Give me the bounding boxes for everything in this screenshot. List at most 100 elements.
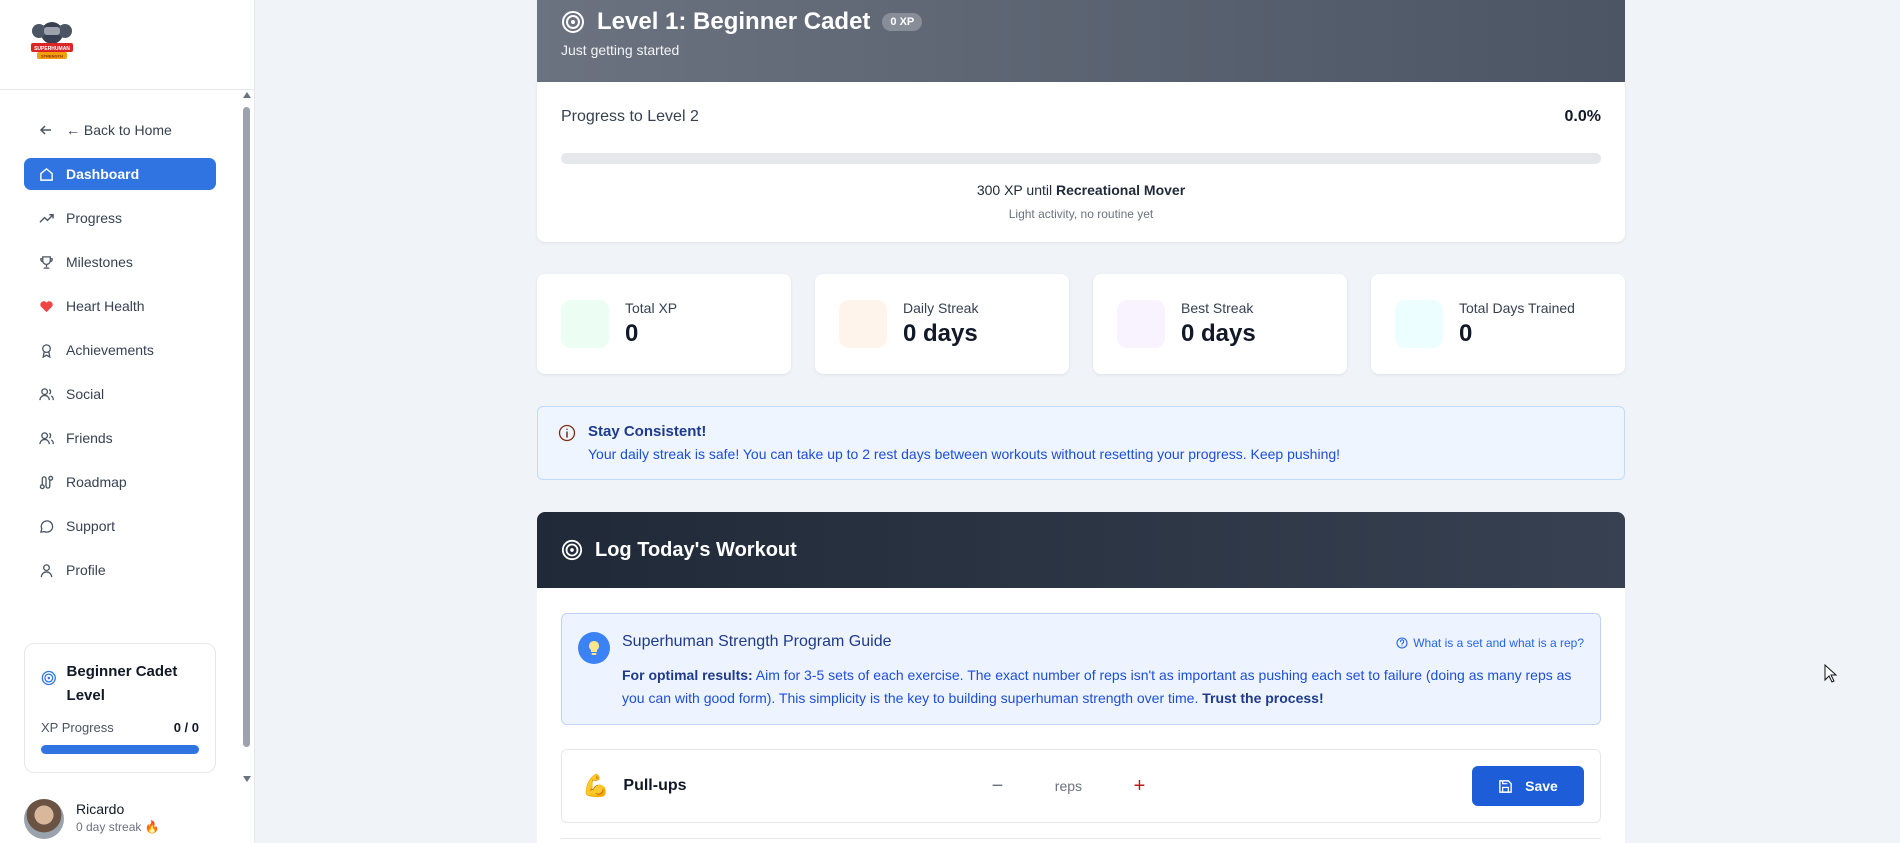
stat-label: Total Days Trained bbox=[1459, 300, 1575, 316]
stat-card-daily-streak: Daily Streak 0 days bbox=[815, 274, 1069, 374]
award-icon bbox=[38, 342, 54, 358]
sidebar-item-roadmap[interactable]: Roadmap bbox=[24, 466, 216, 498]
stat-label: Total XP bbox=[625, 300, 678, 316]
sidebar-item-milestones[interactable]: Milestones bbox=[24, 246, 216, 278]
flexed-biceps-icon: 💪 bbox=[582, 773, 610, 798]
level-progress-bar bbox=[561, 153, 1601, 164]
stat-card-total-days-trained: Total Days Trained 0 bbox=[1371, 274, 1625, 374]
streak-info-alert: Stay Consistent! Your daily streak is sa… bbox=[537, 406, 1625, 480]
target-icon bbox=[562, 11, 584, 33]
stat-icon-box bbox=[1117, 300, 1165, 348]
log-workout-header: Log Today's Workout bbox=[537, 512, 1625, 588]
guide-text: For optimal results: Aim for 3-5 sets of… bbox=[622, 664, 1582, 710]
stat-card-total-xp: Total XP 0 bbox=[537, 274, 791, 374]
next-exercise-row-edge bbox=[561, 838, 1601, 843]
log-workout-title: Log Today's Workout bbox=[595, 538, 797, 561]
level-title: Level 1: Beginner Cadet bbox=[597, 8, 871, 35]
target-icon bbox=[41, 670, 56, 686]
trophy-icon bbox=[38, 254, 54, 270]
lightbulb-icon bbox=[578, 632, 610, 664]
stat-label: Daily Streak bbox=[903, 300, 979, 316]
stat-icon-box bbox=[839, 300, 887, 348]
stat-label: Best Streak bbox=[1181, 300, 1254, 316]
stat-value: 0 days bbox=[903, 320, 978, 347]
sidebar-item-dashboard[interactable]: Dashboard bbox=[24, 158, 216, 190]
sidebar-item-label: Roadmap bbox=[66, 474, 127, 490]
alert-title: Stay Consistent! bbox=[588, 423, 707, 440]
svg-text:STRENGTH: STRENGTH bbox=[41, 54, 63, 59]
sidebar-item-social[interactable]: Social bbox=[24, 378, 216, 410]
program-guide: Superhuman Strength Program Guide What i… bbox=[561, 613, 1601, 725]
xp-progress-bar bbox=[41, 745, 199, 754]
route-icon bbox=[38, 474, 54, 490]
xp-progress-label: XP Progress bbox=[41, 720, 114, 735]
level-progress-card: Progress to Level 2 0.0% 300 XP until Re… bbox=[537, 82, 1625, 242]
sidebar-item-label: Social bbox=[66, 386, 105, 402]
alert-text: Your daily streak is safe! You can take … bbox=[588, 446, 1341, 462]
home-icon bbox=[38, 166, 54, 182]
message-circle-icon bbox=[38, 518, 54, 534]
scroll-up-arrow-icon[interactable] bbox=[243, 92, 251, 98]
level-card-title: Beginner Cadet Level bbox=[41, 660, 199, 708]
decrement-reps-button[interactable]: − bbox=[983, 772, 1011, 800]
sidebar-item-achievements[interactable]: Achievements bbox=[24, 334, 216, 366]
sidebar-item-friends[interactable]: Friends bbox=[24, 422, 216, 454]
sidebar-nav: ← Back to Home Dashboard Progress Milest… bbox=[24, 114, 216, 598]
stat-value: 0 bbox=[625, 320, 639, 347]
xp-until-word: until bbox=[1026, 182, 1053, 198]
heart-icon bbox=[38, 298, 54, 314]
sidebar: SUPERHUMAN STRENGTH ← Back to Home Dashb… bbox=[0, 0, 255, 843]
user-plus-icon bbox=[38, 430, 54, 446]
sidebar-item-profile[interactable]: Profile bbox=[24, 554, 216, 586]
stat-card-best-streak: Best Streak 0 days bbox=[1093, 274, 1347, 374]
stats-row: Total XP 0 Daily Streak 0 days Best Stre… bbox=[537, 274, 1625, 374]
sidebar-item-support[interactable]: Support bbox=[24, 510, 216, 542]
xp-until-next: 300 XP until Recreational Mover bbox=[561, 182, 1601, 198]
sidebar-item-label: Dashboard bbox=[66, 166, 140, 182]
level-hero: Level 1: Beginner Cadet 0 XP Just gettin… bbox=[537, 0, 1625, 82]
sidebar-item-label: Heart Health bbox=[66, 298, 145, 314]
sidebar-item-label: Support bbox=[66, 518, 116, 534]
next-level-name: Recreational Mover bbox=[1055, 182, 1186, 198]
back-to-home-link[interactable]: ← Back to Home bbox=[24, 114, 216, 146]
scrollbar-thumb[interactable] bbox=[243, 107, 250, 747]
progress-label: Progress to Level 2 bbox=[561, 108, 699, 125]
progress-header: Progress to Level 2 0.0% bbox=[561, 108, 1601, 126]
level-title-row: Level 1: Beginner Cadet 0 XP bbox=[561, 8, 1601, 36]
sidebar-item-label: Milestones bbox=[66, 254, 133, 270]
level-subtitle: Just getting started bbox=[561, 42, 680, 58]
user-streak: 0 day streak 🔥 bbox=[76, 820, 160, 834]
reps-input[interactable] bbox=[1011, 778, 1126, 794]
guide-lead: For optimal results: bbox=[622, 667, 753, 683]
stat-value: 0 bbox=[1459, 320, 1473, 347]
target-icon bbox=[561, 539, 583, 561]
info-icon bbox=[558, 424, 576, 442]
sidebar-item-progress[interactable]: Progress bbox=[24, 202, 216, 234]
logo-area: SUPERHUMAN STRENGTH bbox=[0, 0, 255, 90]
next-level-description: Light activity, no routine yet bbox=[1008, 207, 1154, 221]
xp-progress-row: XP Progress 0 / 0 bbox=[41, 720, 199, 735]
avatar[interactable] bbox=[24, 799, 64, 839]
increment-reps-button[interactable]: + bbox=[1125, 772, 1153, 800]
user-icon bbox=[38, 562, 54, 578]
scroll-down-arrow-icon[interactable] bbox=[243, 776, 251, 782]
back-to-home-label: ← Back to Home bbox=[66, 122, 172, 138]
xp-until-amount: 300 XP bbox=[976, 182, 1023, 198]
mouse-cursor-icon bbox=[1824, 664, 1838, 683]
set-rep-help-link[interactable]: What is a set and what is a rep? bbox=[1396, 636, 1584, 650]
help-circle-icon bbox=[1396, 637, 1408, 649]
sidebar-item-heart-health[interactable]: Heart Health bbox=[24, 290, 216, 322]
stat-value: 0 days bbox=[1181, 320, 1256, 347]
xp-badge: 0 XP bbox=[882, 13, 923, 31]
user-profile-summary[interactable]: Ricardo 0 day streak 🔥 bbox=[24, 799, 244, 843]
sidebar-scrollbar[interactable] bbox=[241, 92, 253, 782]
svg-text:SUPERHUMAN: SUPERHUMAN bbox=[34, 46, 70, 52]
trending-up-icon bbox=[38, 210, 54, 226]
save-button[interactable]: Save bbox=[1472, 766, 1584, 806]
guide-emphasis: Trust the process! bbox=[1202, 690, 1324, 706]
stat-icon-box bbox=[561, 300, 609, 348]
exercise-row: 💪 Pull-ups − + Save bbox=[561, 749, 1601, 823]
set-rep-help-label: What is a set and what is a rep? bbox=[1413, 636, 1584, 650]
superhuman-strength-logo[interactable]: SUPERHUMAN STRENGTH bbox=[28, 17, 76, 63]
sidebar-item-label: Achievements bbox=[66, 342, 154, 358]
